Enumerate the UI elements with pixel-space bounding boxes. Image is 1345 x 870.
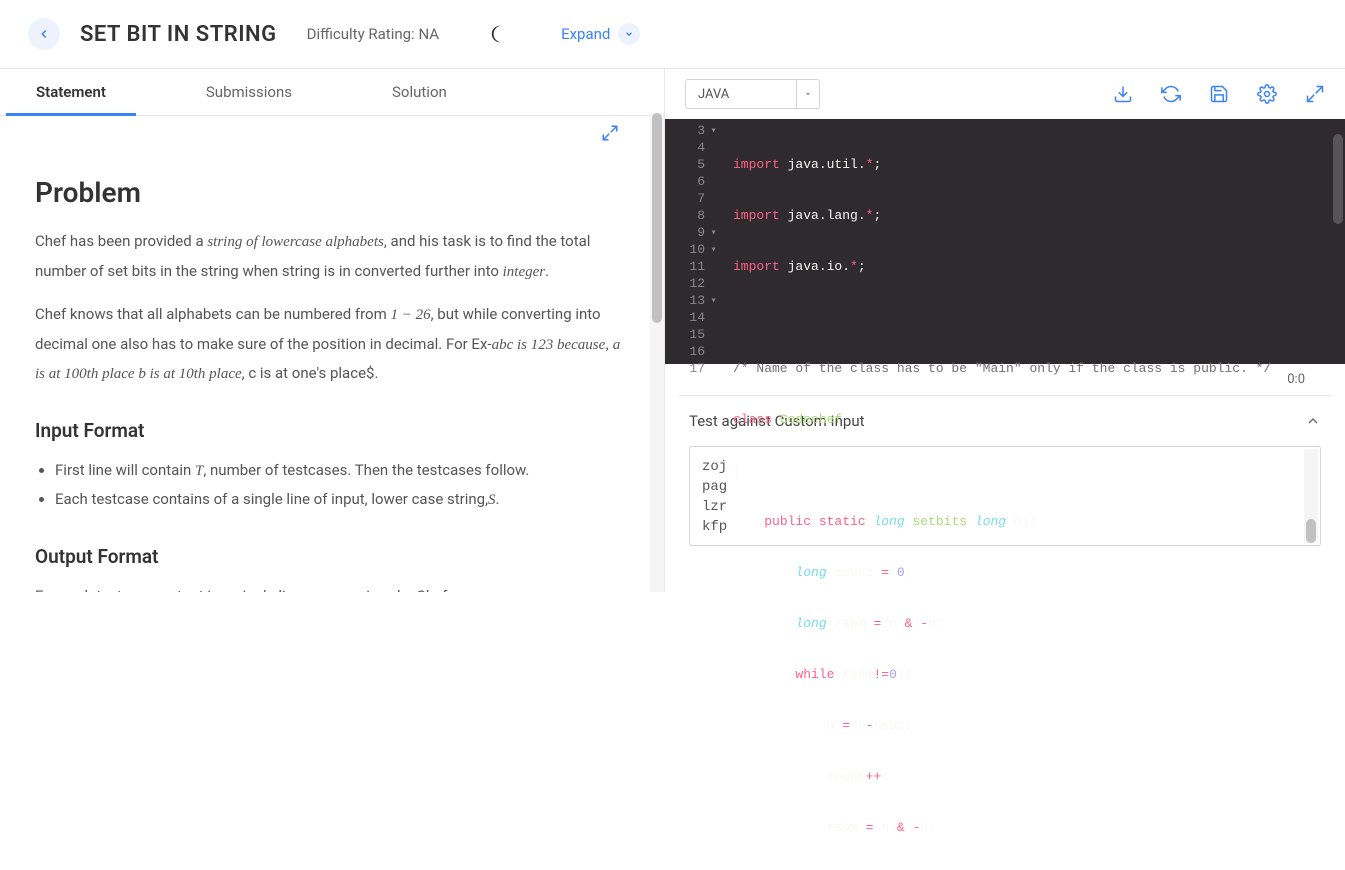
tab-solution[interactable]: Solution xyxy=(362,69,477,115)
back-button[interactable] xyxy=(28,18,60,50)
difficulty-rating: Difficulty Rating: NA xyxy=(307,25,439,43)
scrollbar-thumb[interactable] xyxy=(652,113,662,323)
main: Statement Submissions Solution Problem C… xyxy=(0,69,1345,592)
tabs: Statement Submissions Solution xyxy=(0,69,664,116)
scrollbar[interactable] xyxy=(1304,449,1318,543)
chevron-down-icon xyxy=(618,23,640,45)
expand-button[interactable]: Expand xyxy=(561,23,640,45)
right-panel: JAVA 3 4 5 6 7 8 9 10 11 xyxy=(665,69,1345,592)
custom-input-textarea[interactable]: zoj pag lzr kfp xyxy=(689,446,1321,546)
arrow-left-icon xyxy=(37,27,51,41)
output-format-p: For each testcase, output in a single li… xyxy=(35,582,629,593)
fullscreen-icon[interactable] xyxy=(1305,84,1325,104)
page-title: SET BIT IN STRING xyxy=(80,22,277,47)
expand-problem-icon[interactable] xyxy=(601,124,619,142)
left-panel: Statement Submissions Solution Problem C… xyxy=(0,69,665,592)
language-select[interactable]: JAVA xyxy=(685,79,820,109)
code-editor[interactable]: 3 4 5 6 7 8 9 10 11 12 13 14 15 16 17 im… xyxy=(665,119,1345,364)
tab-submissions[interactable]: Submissions xyxy=(176,69,322,115)
chevron-down-icon xyxy=(796,80,819,108)
editor-scrollbar[interactable] xyxy=(1331,134,1345,364)
reset-icon[interactable] xyxy=(1161,84,1181,104)
gutter: 3 4 5 6 7 8 9 10 11 12 13 14 15 16 17 xyxy=(665,119,715,364)
dark-mode-icon[interactable] xyxy=(489,23,511,45)
tab-statement[interactable]: Statement xyxy=(6,69,136,115)
code-area[interactable]: import java.util.*; import java.lang.*; … xyxy=(715,119,1345,364)
problem-heading: Problem xyxy=(35,176,629,209)
editor-toolbar: JAVA xyxy=(665,69,1345,119)
save-icon[interactable] xyxy=(1209,84,1229,104)
header: SET BIT IN STRING Difficulty Rating: NA … xyxy=(0,0,1345,68)
input-format-heading: Input Format xyxy=(35,419,629,442)
list-item: First line will contain T, number of tes… xyxy=(55,456,629,486)
scrollbar-thumb[interactable] xyxy=(1333,134,1343,224)
input-format-list: First line will contain T, number of tes… xyxy=(35,456,629,515)
list-item: Each testcase contains of a single line … xyxy=(55,485,629,515)
problem-p2: Chef knows that all alphabets can be num… xyxy=(35,300,629,389)
problem-p1: Chef has been provided a string of lower… xyxy=(35,227,629,286)
download-icon[interactable] xyxy=(1113,84,1133,104)
scrollbar[interactable] xyxy=(650,113,664,592)
output-format-heading: Output Format xyxy=(35,545,629,568)
problem-content: Problem Chef has been provided a string … xyxy=(0,116,664,592)
settings-icon[interactable] xyxy=(1257,84,1277,104)
scrollbar-thumb[interactable] xyxy=(1306,519,1316,543)
